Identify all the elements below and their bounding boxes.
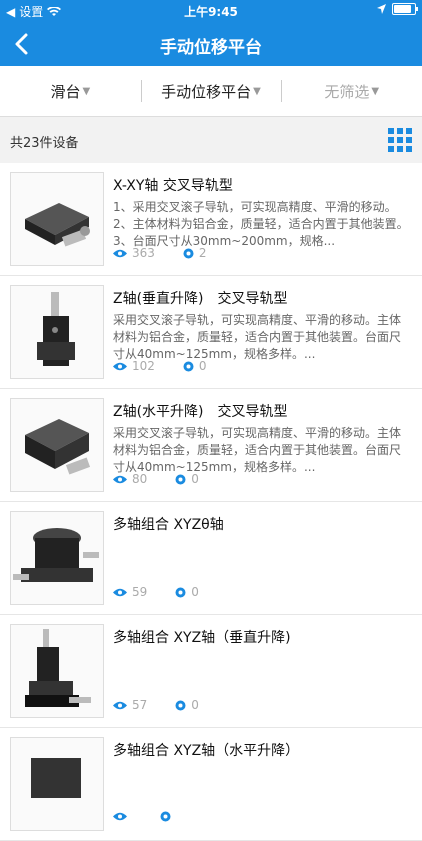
eye-icon (113, 249, 127, 257)
device-list-item[interactable]: X-XY轴 交叉导轨型 1、采用交叉滚子导轨，可实现高精度、平滑的移动。2、主体材… (0, 163, 422, 276)
comment-icon (175, 700, 186, 710)
filter-category[interactable]: 滑台 ▼ (0, 66, 141, 116)
grid-view-icon[interactable] (388, 128, 412, 152)
device-description: 采用交叉滚子导轨，可实现高精度、平滑的移动。主体材料为铝合金，质量轻，适合内置于… (113, 313, 402, 361)
comment-icon (160, 811, 171, 822)
filter-bar: 滑台 ▼ 手动位移平台 ▼ 无筛选 ▼ (0, 66, 422, 117)
eye-icon (113, 812, 127, 821)
dropdown-arrow-icon: ▼ (82, 85, 91, 97)
comment-icon (175, 587, 186, 597)
device-description: 采用交叉滚子导轨，可实现高精度、平滑的移动。主体材料为铝合金，质量轻，适合内置于… (113, 426, 402, 474)
device-name: 多轴组合 XYZ轴（垂直升降) (113, 630, 291, 646)
filter-other-label: 无筛选 (324, 82, 370, 101)
eye-icon (113, 362, 127, 370)
filter-category-label: 滑台 (50, 82, 81, 101)
comment-count: 0 (191, 585, 199, 599)
device-description (113, 651, 410, 702)
device-stats: 80 0 (113, 472, 227, 486)
device-name: 多轴组合 XYZ轴（水平升降） (113, 743, 300, 759)
device-list-item[interactable]: Z轴(垂直升降) 交叉导轨型采用交叉滚子导轨，可实现高精度、平滑的移动。主体材料… (0, 276, 422, 389)
device-stats: 59 0 (113, 585, 227, 599)
status-time: 上午9:45 (184, 5, 238, 19)
filter-subcategory[interactable]: 手动位移平台 ▼ (140, 66, 282, 116)
comment-count: 0 (191, 472, 199, 486)
device-name: 多轴组合 XYZθ轴 (113, 517, 224, 533)
eye-icon (113, 701, 127, 709)
view-count: 102 (132, 359, 155, 373)
comment-count: 2 (198, 246, 207, 260)
device-list-item[interactable]: 多轴组合 XYZ轴（垂直升降) 57 0 (0, 615, 422, 728)
page-title: 手动位移平台 (160, 38, 262, 58)
comment-icon (183, 361, 194, 371)
device-count: 共23件设备 (10, 136, 79, 151)
device-stats (113, 811, 204, 822)
comment-count: 0 (198, 359, 207, 373)
comment-count: 0 (191, 698, 199, 712)
count-bar: 共23件设备 (0, 117, 422, 163)
view-count: 363 (132, 246, 155, 260)
view-count: 80 (132, 472, 148, 486)
device-stats: 363 2 (113, 246, 235, 260)
dropdown-arrow-icon: ▼ (371, 85, 380, 97)
device-thumbnail (10, 737, 104, 831)
device-description (113, 538, 410, 589)
device-list-item[interactable]: 多轴组合 XYZθ轴 59 0 (0, 502, 422, 615)
device-stats: 102 0 (113, 359, 235, 373)
view-count: 59 (132, 585, 148, 599)
view-count: 57 (132, 698, 148, 712)
device-list: X-XY轴 交叉导轨型 1、采用交叉滚子导轨，可实现高精度、平滑的移动。2、主体材… (0, 163, 422, 841)
device-thumbnail (10, 172, 104, 266)
location-icon (377, 4, 386, 14)
nav-bar: 手动位移平台 (0, 22, 422, 66)
comment-icon (183, 248, 194, 258)
device-thumbnail (10, 624, 104, 718)
filter-subcategory-label: 手动位移平台 (161, 82, 252, 101)
device-description: 1、采用交叉滚子导轨，可实现高精度、平滑的移动。2、主体材料为铝合金，质量轻，适… (113, 200, 409, 248)
status-bar: ◀ 设置 上午9:45 (0, 0, 422, 22)
device-description (113, 764, 410, 815)
device-stats: 57 0 (113, 698, 227, 712)
filter-other[interactable]: 无筛选 ▼ (281, 66, 422, 116)
device-name: Z轴(水平升降) 交叉导轨型 (113, 404, 288, 420)
battery-icon (392, 3, 418, 15)
dropdown-arrow-icon: ▼ (253, 85, 261, 97)
eye-icon (113, 475, 127, 483)
device-list-item[interactable]: 多轴组合 XYZ轴（水平升降） (0, 728, 422, 841)
device-name: X-XY轴 交叉导轨型 (113, 178, 233, 194)
device-thumbnail (10, 398, 104, 492)
eye-icon (113, 588, 127, 596)
device-list-item[interactable]: Z轴(水平升降) 交叉导轨型采用交叉滚子导轨，可实现高精度、平滑的移动。主体材料… (0, 389, 422, 502)
device-name: Z轴(垂直升降) 交叉导轨型 (113, 291, 288, 307)
device-thumbnail (10, 285, 104, 379)
comment-icon (175, 474, 186, 484)
device-thumbnail (10, 511, 104, 605)
